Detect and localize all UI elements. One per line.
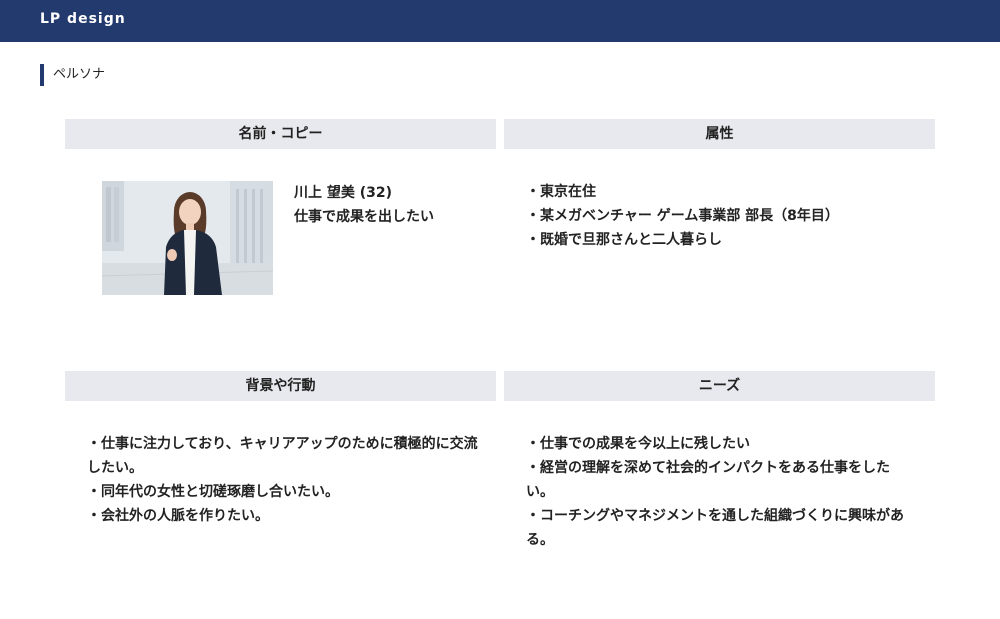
panel-header-needs: ニーズ — [504, 371, 935, 401]
list-item: ・経営の理解を深めて社会的インパクトをある仕事をしたい。 — [526, 460, 890, 500]
top-bar: LP design — [0, 0, 1000, 42]
persona-name-block: 川上 望美 (32) 仕事で成果を出したい — [294, 181, 434, 229]
persona-name: 川上 望美 (32) — [294, 185, 393, 201]
background-list: ・仕事に注力しており、キャリアアップのために積極的に交流したい。 ・同年代の女性… — [87, 432, 482, 528]
list-item: ・会社外の人脈を作りたい。 — [87, 508, 269, 524]
list-item: ・東京在住 — [526, 184, 596, 200]
list-item: ・某メガベンチャー ゲーム事業部 部長（8年目） — [526, 208, 839, 224]
attributes-list: ・東京在住 ・某メガベンチャー ゲーム事業部 部長（8年目） ・既婚で旦那さんと… — [526, 180, 926, 252]
list-item: ・コーチングやマネジメントを通した組織づくりに興味がある。 — [526, 508, 904, 548]
panel-header-background: 背景や行動 — [65, 371, 496, 401]
persona-photo — [102, 181, 273, 295]
persona-copy: 仕事で成果を出したい — [294, 209, 434, 225]
panel-header-name-copy: 名前・コピー — [65, 119, 496, 149]
list-item: ・仕事に注力しており、キャリアアップのために積極的に交流したい。 — [87, 436, 478, 476]
list-item: ・同年代の女性と切磋琢磨し合いたい。 — [87, 484, 339, 500]
list-item: ・仕事での成果を今以上に残したい — [526, 436, 750, 452]
panel-header-attributes: 属性 — [504, 119, 935, 149]
list-item: ・既婚で旦那さんと二人暮らし — [526, 232, 722, 248]
section-title: ペルソナ — [40, 64, 105, 86]
app-title: LP design — [40, 11, 126, 27]
needs-list: ・仕事での成果を今以上に残したい ・経営の理解を深めて社会的インパクトをある仕事… — [526, 432, 911, 552]
